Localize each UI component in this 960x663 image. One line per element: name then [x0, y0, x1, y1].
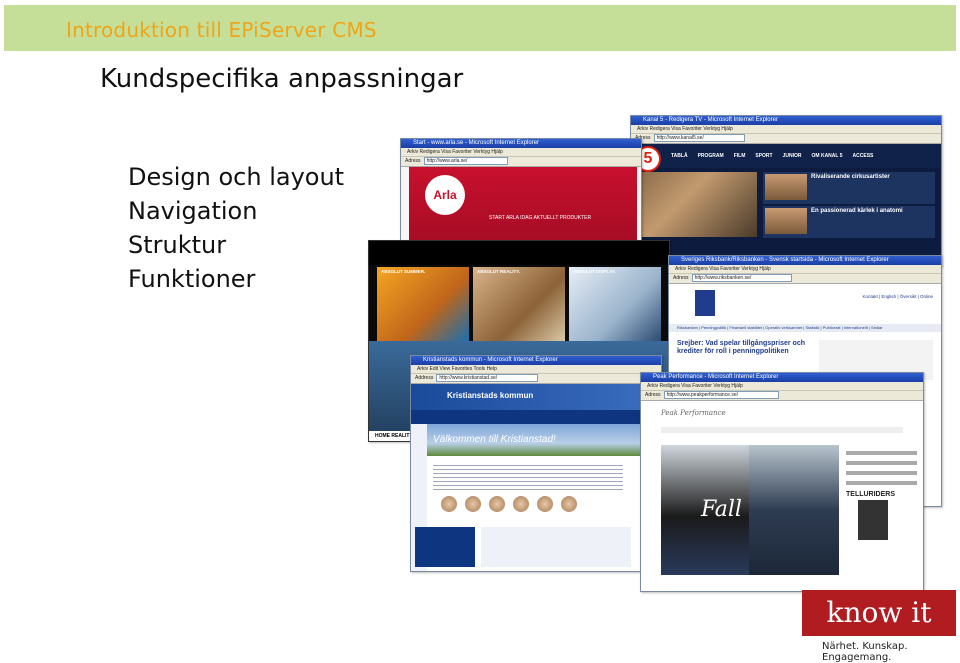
site-nav — [411, 410, 661, 424]
nav-item: SPORT — [755, 153, 773, 159]
nav-item: OM KANAL 5 — [811, 153, 843, 159]
page-content: Peak Performance Fall TELLURIDERS — [641, 401, 923, 591]
news-thumbnail — [765, 174, 807, 200]
menu-bar: Arkiv Edit View Favorites Tools Help — [411, 365, 661, 374]
ad-label: ABSOLUT SUMMER. — [381, 269, 426, 274]
address-field: http://www.arla.se/ — [423, 157, 509, 165]
product-image — [858, 500, 888, 540]
menu-bar: Arkiv Redigera Visa Favoriter Verktyg Hj… — [669, 265, 941, 274]
address-label: Address — [415, 375, 434, 381]
window-title: Start - www.arla.se - Microsoft Internet… — [401, 139, 641, 148]
menu-bar: Arkiv Redigera Visa Favoriter Verktyg Hj… — [631, 125, 941, 134]
news-headline: En passionerad kärlek i anatomi — [811, 208, 903, 214]
campaign-title: Fall — [701, 497, 742, 522]
arla-logo: Arla — [425, 175, 465, 215]
peak-brand: Peak Performance — [661, 409, 726, 417]
news-thumbnail — [765, 208, 807, 234]
portrait-row — [441, 496, 577, 512]
header-bar: Introduktion till EPiServer CMS — [4, 5, 956, 51]
address-field: http://www.peakperformance.se/ — [663, 391, 779, 399]
welcome-banner: Välkommen till Kristianstad! — [427, 424, 661, 456]
side-heading: TELLURIDERS — [846, 491, 895, 498]
portrait — [441, 496, 457, 512]
absolut-top — [369, 241, 669, 265]
top-links: Kontakt | English | Översikt | Online — [862, 294, 933, 299]
address-field: http://www.kanal5.se/ — [653, 134, 745, 142]
ad-image — [377, 267, 469, 341]
hero-image — [637, 172, 757, 237]
page-content: Kristianstads kommun Välkommen till Kris… — [411, 384, 661, 571]
screenshot-kristianstad: Kristianstads kommun - Microsoft Interne… — [410, 355, 662, 572]
address-label: Adress — [645, 392, 661, 398]
window-title: Sveriges Riksbank/Riksbanken - Svensk st… — [669, 256, 941, 265]
knowit-logo: know it — [802, 590, 956, 636]
site-banner: Kristianstads kommun — [411, 384, 661, 410]
address-bar: Address http://www.kristianstad.se/ — [411, 374, 661, 384]
nav-item: PROGRAM — [697, 153, 724, 159]
campaign-image — [749, 445, 839, 575]
news-box — [481, 527, 631, 567]
logo-tagline: Närhet. Kunskap. Engagemang. — [822, 641, 908, 663]
riksbank-logo — [695, 290, 715, 316]
address-label: Adress — [673, 275, 689, 281]
menu-bar: Arkiv Redigera Visa Favoriter Verktyg Hj… — [401, 148, 641, 157]
address-bar: Adress http://www.arla.se/ — [401, 157, 641, 167]
site-nav — [661, 427, 903, 433]
nav-item: TABLÅ — [671, 153, 688, 159]
menu-bar: Arkiv Redigera Visa Favoriter Verktyg Hj… — [641, 382, 923, 391]
news-panel: Rivaliserande cirkusartister — [763, 172, 935, 204]
address-label: Adress — [405, 158, 421, 164]
arla-menu: START ARLA IDAG AKTUELLT PRODUKTER — [489, 215, 592, 221]
window-title: Kristianstads kommun - Microsoft Interne… — [411, 356, 661, 365]
portrait — [513, 496, 529, 512]
body-text — [433, 462, 623, 492]
news-panel: En passionerad kärlek i anatomi — [763, 206, 935, 238]
page-content: TABLÅ PROGRAM FILM SPORT JUNIOR OM KANAL… — [631, 144, 941, 266]
screenshot-kanal5: Kanal 5 - Redigera TV - Microsoft Intern… — [630, 115, 942, 267]
address-bar: Adress http://www.kanal5.se/ — [631, 134, 941, 144]
bullet-item: Struktur — [128, 231, 227, 259]
nav-item: FILM — [733, 153, 746, 159]
portrait — [489, 496, 505, 512]
bullet-item: Funktioner — [128, 265, 256, 293]
address-field: http://www.riksbanken.se/ — [691, 274, 793, 282]
nav-item: JUNIOR — [782, 153, 802, 159]
side-column: TELLURIDERS — [846, 445, 917, 575]
screenshot-peak-performance: Peak Performance - Microsoft Internet Ex… — [640, 372, 924, 592]
ad-image — [569, 267, 661, 341]
bullet-list: Design och layout Navigation Struktur Fu… — [128, 160, 344, 296]
info-box — [415, 527, 475, 567]
bullet-item: Navigation — [128, 197, 258, 225]
ad-image — [473, 267, 565, 341]
news-headline: Rivaliserande cirkusartister — [811, 174, 890, 180]
news-headline: Srejber: Vad spelar tillgångspriser och … — [677, 340, 805, 355]
window-title: Kanal 5 - Redigera TV - Microsoft Intern… — [631, 116, 941, 125]
page-title: Kundspecifika anpassningar — [100, 64, 464, 94]
header-title: Introduktion till EPiServer CMS — [66, 18, 377, 42]
site-nav: TABLÅ PROGRAM FILM SPORT JUNIOR OM KANAL… — [631, 144, 941, 168]
window-title: Peak Performance - Microsoft Internet Ex… — [641, 373, 923, 382]
nav-item: ACCESS — [852, 153, 874, 159]
address-bar: Adress http://www.peakperformance.se/ — [641, 391, 923, 401]
ad-label: ABSOLUT DISPLAY. — [573, 269, 616, 274]
bullet-item: Design och layout — [128, 163, 345, 191]
portrait — [561, 496, 577, 512]
site-nav: Riksbanken | Penningpolitik | Finansiell… — [669, 324, 941, 332]
portrait — [537, 496, 553, 512]
portrait — [465, 496, 481, 512]
ad-label: ABSOLUT REALITY. — [477, 269, 521, 274]
address-bar: Adress http://www.riksbanken.se/ — [669, 274, 941, 284]
address-field: http://www.kristianstad.se/ — [436, 374, 539, 382]
